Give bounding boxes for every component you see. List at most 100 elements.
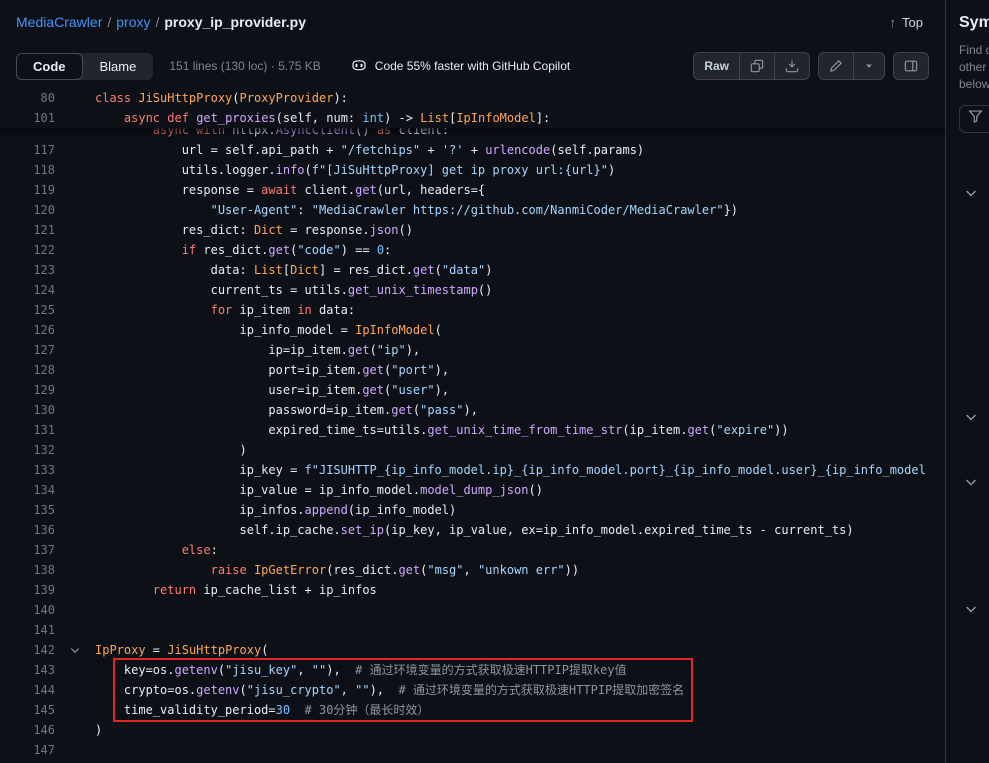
gutter xyxy=(55,520,95,540)
line-number[interactable]: 128 xyxy=(0,360,55,380)
gutter xyxy=(55,420,95,440)
symbols-filter-input[interactable] xyxy=(959,105,989,133)
description-line: Find definitions and references for func… xyxy=(959,42,989,59)
code-text: ip_key = f"JISUHTTP_{ip_info_model.ip}_{… xyxy=(95,460,926,480)
code-text: raise IpGetError(res_dict.get("msg", "un… xyxy=(95,560,579,580)
back-to-top-label: Top xyxy=(902,15,923,30)
line-number[interactable]: 133 xyxy=(0,460,55,480)
gutter xyxy=(55,240,95,260)
line-number[interactable] xyxy=(0,128,55,140)
breadcrumb-dir-link[interactable]: proxy xyxy=(116,14,150,30)
line-number[interactable]: 127 xyxy=(0,340,55,360)
download-raw-button[interactable] xyxy=(774,52,810,80)
edit-options-dropdown[interactable] xyxy=(853,52,885,80)
code-text: expired_time_ts=utils.get_unix_time_from… xyxy=(95,420,789,440)
line-number[interactable]: 134 xyxy=(0,480,55,500)
panel-icon xyxy=(904,59,918,73)
gutter xyxy=(55,400,95,420)
line-number[interactable]: 126 xyxy=(0,320,55,340)
code-line: 122 if res_dict.get("code") == 0: xyxy=(0,240,945,260)
line-number[interactable]: 145 xyxy=(0,700,55,720)
line-number[interactable]: 143 xyxy=(0,660,55,680)
code-line: 124 current_ts = utils.get_unix_timestam… xyxy=(0,280,945,300)
line-number[interactable]: 146 xyxy=(0,720,55,740)
line-number[interactable]: 147 xyxy=(0,740,55,760)
gutter xyxy=(55,720,95,740)
gutter xyxy=(55,140,95,160)
line-number[interactable]: 135 xyxy=(0,500,55,520)
symbols-panel-toggle-button[interactable] xyxy=(893,52,929,80)
line-number[interactable]: 137 xyxy=(0,540,55,560)
code-line: 119 response = await client.get(url, hea… xyxy=(0,180,945,200)
line-number[interactable]: 123 xyxy=(0,260,55,280)
back-to-top-button[interactable]: ↑ Top xyxy=(884,14,929,31)
gutter xyxy=(55,500,95,520)
code-text: ip_infos.append(ip_info_model) xyxy=(95,500,456,520)
tab-code[interactable]: Code xyxy=(16,53,83,80)
line-number[interactable]: 101 xyxy=(0,108,55,128)
partially-scrolled-line: async with httpx.AsyncClient() as client… xyxy=(0,128,945,140)
breadcrumb-separator: / xyxy=(155,14,159,30)
line-number[interactable]: 80 xyxy=(0,88,55,108)
code-text: ) xyxy=(95,440,247,460)
chevron-down-icon[interactable] xyxy=(963,185,979,201)
copilot-banner[interactable]: Code 55% faster with GitHub Copilot xyxy=(351,57,570,76)
line-number[interactable]: 140 xyxy=(0,600,55,620)
line-number[interactable]: 132 xyxy=(0,440,55,460)
line-number[interactable]: 125 xyxy=(0,300,55,320)
code-line: 125 for ip_item in data: xyxy=(0,300,945,320)
line-number[interactable]: 121 xyxy=(0,220,55,240)
line-number[interactable]: 124 xyxy=(0,280,55,300)
code-line: 135 ip_infos.append(ip_info_model) xyxy=(0,500,945,520)
chevron-down-icon[interactable] xyxy=(963,474,979,490)
line-number[interactable]: 142 xyxy=(0,640,55,660)
line-number[interactable]: 129 xyxy=(0,380,55,400)
line-number[interactable]: 117 xyxy=(0,140,55,160)
line-number[interactable]: 131 xyxy=(0,420,55,440)
file-info: 151 lines (130 loc) · 5.75 KB xyxy=(169,59,320,73)
code-line: 144 crypto=os.getenv("jisu_crypto", ""),… xyxy=(0,680,945,700)
line-number[interactable]: 122 xyxy=(0,240,55,260)
code-line: 128 port=ip_item.get("port"), xyxy=(0,360,945,380)
line-number[interactable]: 138 xyxy=(0,560,55,580)
fold-chevron-icon[interactable] xyxy=(69,644,81,656)
line-number[interactable]: 130 xyxy=(0,400,55,420)
gutter xyxy=(55,200,95,220)
code-text: ) xyxy=(95,720,102,740)
gutter xyxy=(55,600,95,620)
code-text: for ip_item in data: xyxy=(95,300,355,320)
line-number[interactable]: 136 xyxy=(0,520,55,540)
code-line: async with httpx.AsyncClient() as client… xyxy=(0,128,945,140)
chevron-down-icon[interactable] xyxy=(963,409,979,425)
breadcrumb: MediaCrawler / proxy / proxy_ip_provider… xyxy=(16,14,306,30)
line-number[interactable]: 139 xyxy=(0,580,55,600)
breadcrumb-repo-link[interactable]: MediaCrawler xyxy=(16,14,102,30)
copy-raw-button[interactable] xyxy=(739,52,775,80)
code-text: password=ip_item.get("pass"), xyxy=(95,400,478,420)
code-text: if res_dict.get("code") == 0: xyxy=(95,240,391,260)
gutter xyxy=(55,740,95,760)
code-text: port=ip_item.get("port"), xyxy=(95,360,449,380)
edit-file-button[interactable] xyxy=(818,52,854,80)
raw-button[interactable]: Raw xyxy=(693,52,740,80)
code-text: async with httpx.AsyncClient() as client… xyxy=(95,128,449,140)
code-line: 138 raise IpGetError(res_dict.get("msg",… xyxy=(0,560,945,580)
toolbar-actions: Raw xyxy=(693,52,929,80)
gutter xyxy=(55,108,95,128)
line-number[interactable]: 141 xyxy=(0,620,55,640)
line-number[interactable]: 144 xyxy=(0,680,55,700)
code-line: 142IpProxy = JiSuHttpProxy( xyxy=(0,640,945,660)
gutter xyxy=(55,460,95,480)
pencil-icon xyxy=(829,59,843,73)
code-line: 137 else: xyxy=(0,540,945,560)
gutter xyxy=(55,620,95,640)
chevron-down-icon[interactable] xyxy=(963,601,979,617)
line-number[interactable]: 119 xyxy=(0,180,55,200)
line-number[interactable]: 120 xyxy=(0,200,55,220)
symbols-panel-title: Symbols xyxy=(959,14,989,32)
code-line: 139 return ip_cache_list + ip_infos xyxy=(0,580,945,600)
code-area: 80class JiSuHttpProxy(ProxyProvider):101… xyxy=(0,88,945,763)
tab-blame[interactable]: Blame xyxy=(83,53,154,80)
line-number[interactable]: 118 xyxy=(0,160,55,180)
code-line: 117 url = self.api_path + "/fetchips" + … xyxy=(0,140,945,160)
